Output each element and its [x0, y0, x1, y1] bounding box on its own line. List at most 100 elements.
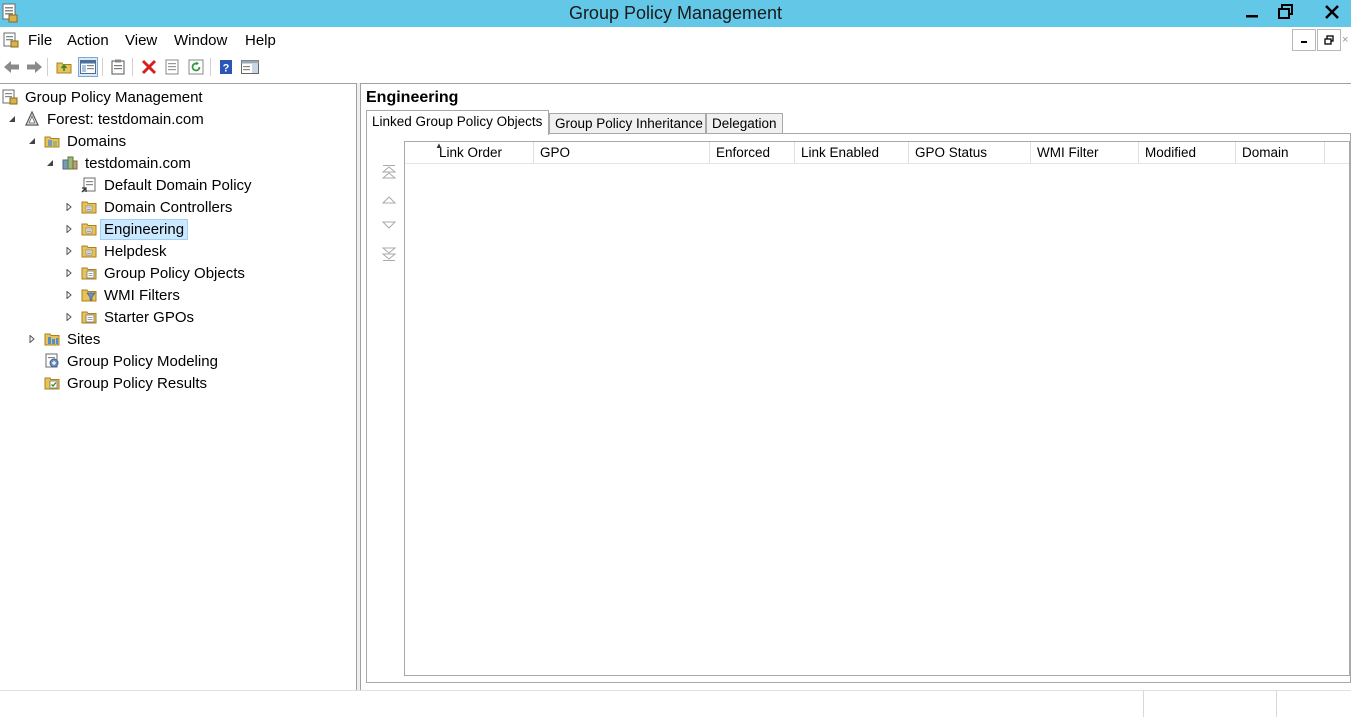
refresh-icon[interactable]	[186, 57, 206, 77]
domain-icon	[62, 155, 78, 171]
gpo-link-icon	[81, 177, 97, 193]
tree-item-sites[interactable]: Sites	[26, 328, 104, 350]
tree-item-label: Group Policy Objects	[104, 264, 245, 282]
mdi-child-icon[interactable]	[3, 32, 19, 48]
sites-icon	[44, 331, 60, 347]
svg-text:?: ?	[223, 63, 230, 75]
tree-item-testdomain[interactable]: testdomain.com	[44, 152, 195, 174]
status-panel	[1143, 691, 1276, 717]
expand-arrow-icon[interactable]	[63, 267, 75, 279]
tree-item-group-policy-results[interactable]: Group Policy Results	[26, 372, 211, 394]
column-header-gpo[interactable]: GPO	[534, 142, 710, 164]
expand-arrow-icon[interactable]	[63, 223, 75, 235]
back-arrow-icon[interactable]	[2, 57, 22, 77]
tree-item-engineering[interactable]: Engineering	[63, 218, 189, 240]
move-down-icon[interactable]	[380, 217, 398, 235]
tree-item-domain-controllers[interactable]: Domain Controllers	[63, 196, 236, 218]
expand-arrow-icon[interactable]	[63, 311, 75, 323]
window-title: Group Policy Management	[568, 3, 783, 23]
tree-item-helpdesk[interactable]: Helpdesk	[63, 240, 171, 262]
domains-icon	[44, 133, 60, 149]
starter-gpo-folder-icon	[81, 309, 97, 325]
expand-arrow-icon[interactable]	[63, 201, 75, 213]
tab-gp-inheritance[interactable]: Group Policy Inheritance	[549, 113, 706, 134]
show-hide-action-pane-icon[interactable]	[240, 57, 260, 77]
tree-item-group-policy-modeling[interactable]: Group Policy Modeling	[26, 350, 222, 372]
move-to-bottom-icon[interactable]	[380, 245, 398, 263]
linked-gpo-list[interactable]: ▲ Link Order GPO Enforced Link Enabled G…	[404, 141, 1350, 676]
up-folder-icon[interactable]	[54, 57, 74, 77]
ou-folder-icon	[81, 243, 97, 259]
tree-item-label: Forest: testdomain.com	[47, 110, 204, 128]
expand-arrow-icon[interactable]	[63, 289, 75, 301]
tree-item-label: Starter GPOs	[104, 308, 195, 326]
tree-item-starter-gpos[interactable]: Starter GPOs	[63, 306, 198, 328]
menu-window[interactable]: Window	[174, 32, 227, 49]
move-to-top-icon[interactable]	[380, 163, 398, 181]
properties-icon[interactable]	[162, 57, 182, 77]
title-bar: Group Policy Management	[0, 0, 1351, 27]
column-header-wmi-filter[interactable]: WMI Filter	[1031, 142, 1139, 164]
modeling-icon	[44, 353, 60, 369]
close-button[interactable]	[1313, 0, 1351, 24]
column-header-gpo-status[interactable]: GPO Status	[909, 142, 1031, 164]
console-tree: Group Policy Management Forest: testdoma…	[0, 83, 357, 690]
column-header-domain[interactable]: Domain	[1236, 142, 1325, 164]
menu-file[interactable]: File	[28, 32, 52, 49]
show-hide-console-tree-icon[interactable]	[78, 57, 98, 77]
column-header-link-enabled[interactable]: Link Enabled	[795, 142, 909, 164]
tree-item-label: Group Policy Management	[25, 88, 203, 106]
mdi-window-controls: ×	[1292, 29, 1350, 51]
delete-icon[interactable]	[139, 57, 159, 77]
tree-item-label: Engineering	[100, 218, 189, 240]
gpo-folder-icon	[81, 265, 97, 281]
collapse-arrow-icon[interactable]	[26, 135, 38, 147]
tab-linked-gpos[interactable]: Linked Group Policy Objects	[366, 110, 549, 135]
details-pane: Engineering Linked Group Policy Objects …	[360, 83, 1351, 690]
tree-item-domains[interactable]: Domains	[26, 130, 130, 152]
collapse-arrow-icon[interactable]	[44, 157, 56, 169]
column-header-link-order[interactable]: ▲ Link Order	[405, 141, 534, 164]
tab-delegation[interactable]: Delegation	[706, 113, 783, 134]
toolbar: ?	[0, 54, 1351, 80]
clipboard-icon[interactable]	[108, 57, 128, 77]
mdi-restore-button[interactable]	[1317, 29, 1341, 51]
status-bar	[0, 690, 1351, 717]
menu-bar: File Action View Window Help ×	[0, 27, 1351, 54]
menu-view[interactable]: View	[125, 32, 157, 49]
ou-folder-icon	[81, 199, 97, 215]
expand-arrow-icon[interactable]	[63, 245, 75, 257]
column-header-enforced[interactable]: Enforced	[710, 142, 795, 164]
column-header-modified[interactable]: Modified	[1139, 142, 1236, 164]
mdi-close-icon[interactable]: ×	[1342, 29, 1350, 51]
tree-item-label: Sites	[67, 330, 101, 348]
tree-item-label: Group Policy Results	[67, 374, 208, 392]
minimize-button[interactable]	[1235, 0, 1269, 24]
forest-icon	[24, 111, 40, 127]
menu-action[interactable]: Action	[67, 32, 109, 49]
column-label: Link Order	[439, 145, 503, 160]
tree-item-group-policy-management[interactable]: Group Policy Management	[2, 86, 207, 108]
move-up-icon[interactable]	[380, 190, 398, 208]
tree-item-label: Domain Controllers	[104, 198, 233, 216]
mdi-minimize-button[interactable]	[1292, 29, 1316, 51]
results-icon	[44, 375, 60, 391]
restore-button[interactable]	[1269, 0, 1303, 24]
tree-item-forest[interactable]: Forest: testdomain.com	[6, 108, 208, 130]
toolbar-separator	[47, 58, 48, 76]
menu-help[interactable]: Help	[245, 32, 276, 49]
tree-item-label: Group Policy Modeling	[67, 352, 218, 370]
collapse-arrow-icon[interactable]	[6, 113, 18, 125]
tree-item-wmi-filters[interactable]: WMI Filters	[63, 284, 184, 306]
tree-item-group-policy-objects[interactable]: Group Policy Objects	[63, 262, 249, 284]
tree-item-label: Default Domain Policy	[104, 176, 252, 194]
forward-arrow-icon[interactable]	[24, 57, 44, 77]
tree-item-default-domain-policy[interactable]: Default Domain Policy	[63, 174, 256, 196]
linked-gpos-panel: ▲ Link Order GPO Enforced Link Enabled G…	[366, 133, 1351, 683]
tree-item-label: testdomain.com	[85, 154, 191, 172]
tree-item-label: WMI Filters	[104, 286, 180, 304]
expand-arrow-icon[interactable]	[26, 333, 38, 345]
help-icon[interactable]: ?	[216, 57, 236, 77]
ou-folder-icon	[81, 221, 97, 237]
toolbar-separator	[210, 58, 211, 76]
